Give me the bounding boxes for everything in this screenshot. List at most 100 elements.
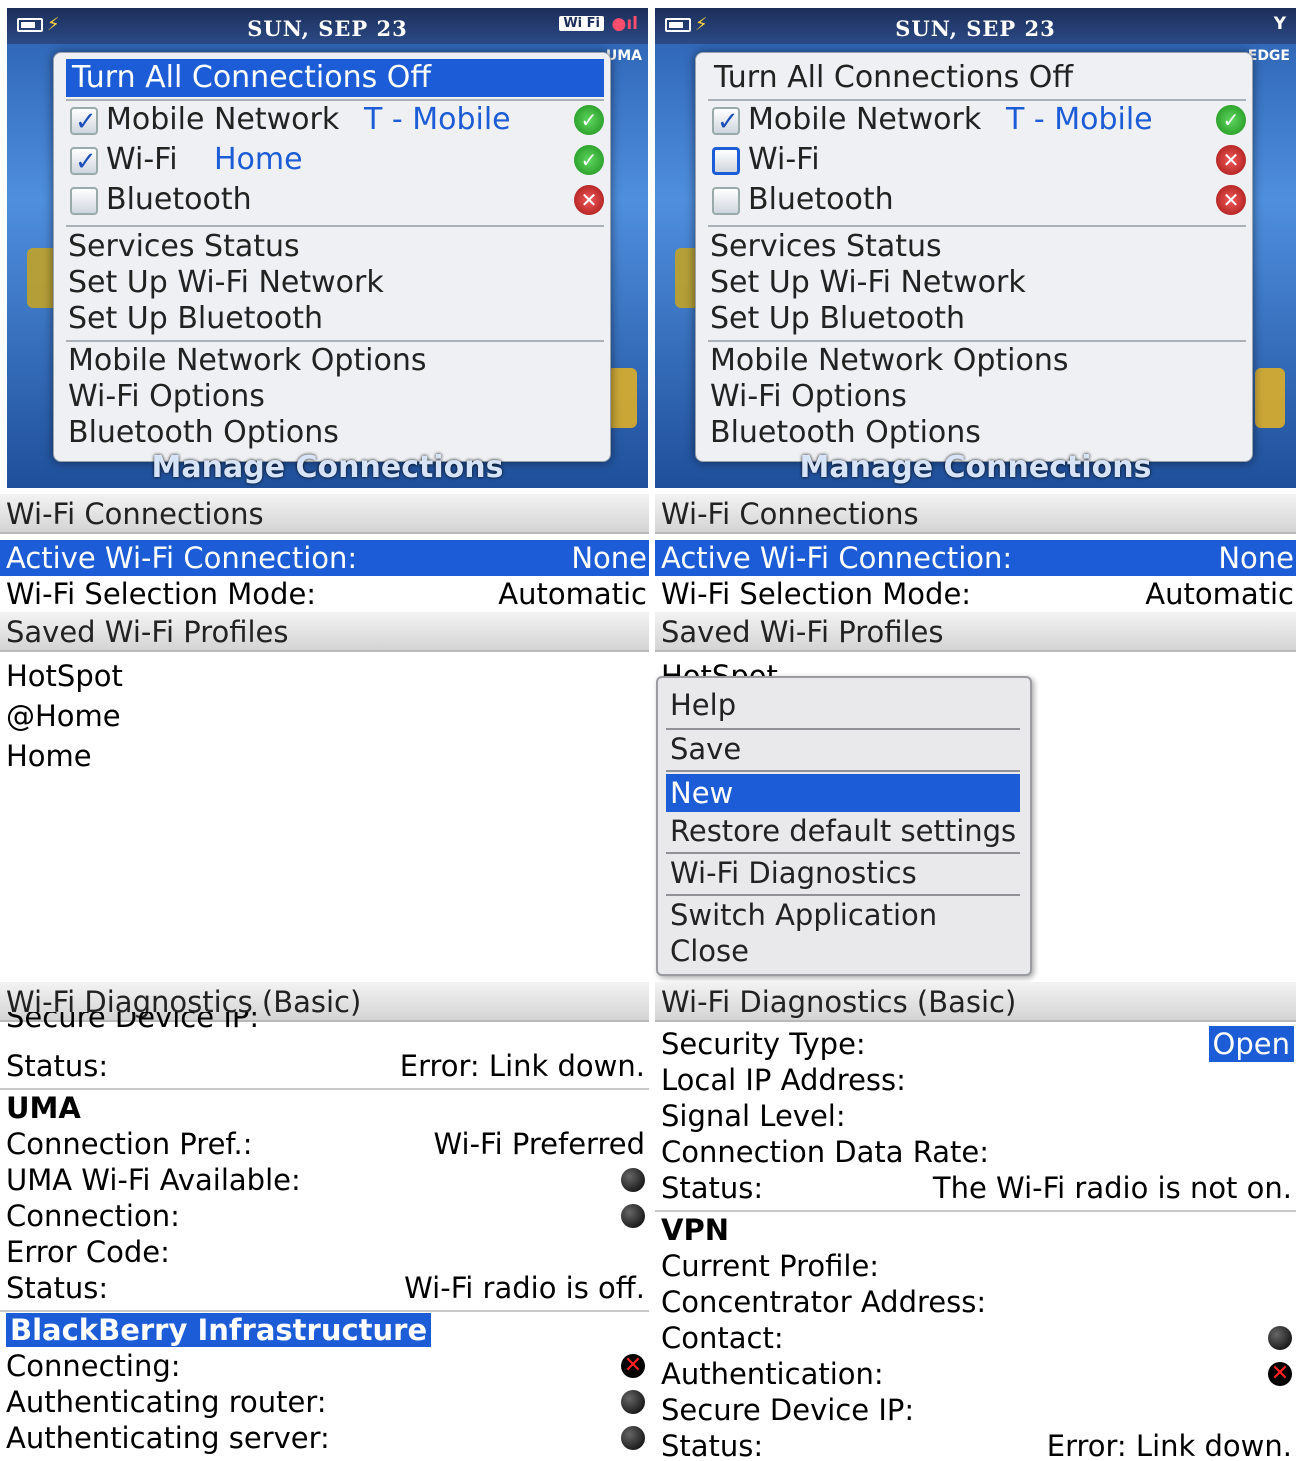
status-ok-icon: ✓: [1216, 105, 1246, 135]
connection-name: Mobile Network: [106, 102, 340, 137]
security-type-row: Security Type: Open: [655, 1026, 1296, 1062]
auth-server-label: Authenticating server:: [6, 1421, 330, 1455]
profile-item[interactable]: HotSpot: [0, 658, 649, 694]
divider: [66, 340, 604, 342]
data-rate-row: Connection Data Rate:: [655, 1134, 1296, 1170]
checkbox-bluetooth[interactable]: [712, 187, 740, 215]
secure-device-ip-label: Secure Device IP:: [6, 1012, 260, 1030]
menu-item-switch-application[interactable]: Switch Application: [666, 896, 1020, 934]
status-off-icon: ✕: [1216, 145, 1246, 175]
menu-services-status[interactable]: Services Status: [710, 229, 942, 265]
status-row: Status: Wi-Fi radio is off.: [0, 1270, 649, 1306]
checkbox-wifi[interactable]: [70, 143, 98, 181]
status-value: Error: Link down.: [399, 1049, 645, 1083]
concentrator-row: Concentrator Address:: [655, 1284, 1296, 1320]
menu-item-wifi-diagnostics[interactable]: Wi-Fi Diagnostics: [666, 854, 1020, 892]
signal-level-label: Signal Level:: [661, 1099, 846, 1133]
connection-name: Bluetooth: [748, 182, 894, 217]
connection-mobile-network[interactable]: Mobile Network T - Mobile ✓: [710, 101, 1246, 141]
authentication-row: Authentication: ✕: [655, 1356, 1296, 1392]
active-connection-label: Active Wi-Fi Connection:: [6, 541, 358, 575]
status-row: Status: Error: Link down.: [0, 1048, 649, 1084]
connection-label: Connection:: [6, 1199, 180, 1233]
menu-setup-bluetooth[interactable]: Set Up Bluetooth: [710, 301, 965, 337]
authentication-label: Authentication:: [661, 1357, 884, 1391]
status-row: Status: Error: Link down.: [655, 1428, 1296, 1461]
local-ip-label: Local IP Address:: [661, 1063, 906, 1097]
current-profile-label: Current Profile:: [661, 1249, 880, 1283]
connection-name: Mobile Network: [748, 102, 982, 137]
uma-wifi-available-label: UMA Wi-Fi Available:: [6, 1163, 301, 1197]
checkbox-mobile-network[interactable]: [70, 103, 98, 141]
connection-bluetooth[interactable]: Bluetooth ✕: [710, 181, 1246, 219]
connection-name: Bluetooth: [106, 182, 252, 217]
connection-wifi[interactable]: Wi-Fi Home ✓: [68, 141, 604, 181]
menu-mobile-network-options[interactable]: Mobile Network Options: [68, 343, 427, 379]
auth-server-row: Authenticating server:: [0, 1420, 649, 1456]
connection-mobile-network[interactable]: Mobile Network T - Mobile ✓: [68, 101, 604, 141]
status-off-icon: ✕: [1216, 185, 1246, 215]
menu-mobile-network-options[interactable]: Mobile Network Options: [710, 343, 1069, 379]
selection-mode-value[interactable]: Automatic: [498, 576, 647, 612]
menu-services-status[interactable]: Services Status: [68, 229, 300, 265]
menu-setup-wifi[interactable]: Set Up Wi-Fi Network: [710, 265, 1026, 301]
turn-all-connections-off-item[interactable]: Turn All Connections Off: [708, 59, 1246, 97]
section-title-blackberry-infrastructure[interactable]: BlackBerry Infrastructure: [0, 1312, 649, 1348]
checkbox-bluetooth[interactable]: [70, 187, 98, 215]
signal-icon: ●ıl: [611, 14, 639, 34]
checkbox-mobile-network[interactable]: [712, 103, 740, 141]
connection-pref-label: Connection Pref.:: [6, 1127, 253, 1161]
error-code-row: Error Code:: [0, 1234, 649, 1270]
app-icon-decoration: [607, 368, 637, 428]
app-icon-decoration: [1255, 368, 1285, 428]
menu-setup-bluetooth[interactable]: Set Up Bluetooth: [68, 301, 323, 337]
active-connection-value: None: [1218, 541, 1294, 575]
selection-mode-label: Wi-Fi Selection Mode:: [6, 577, 317, 611]
divider: [666, 770, 1020, 772]
active-connection-label: Active Wi-Fi Connection:: [661, 541, 1013, 575]
menu-item-help[interactable]: Help: [666, 686, 1020, 724]
menu-wifi-options[interactable]: Wi-Fi Options: [710, 379, 907, 415]
secure-device-ip-row: Secure Device IP:: [0, 1012, 649, 1030]
profile-item[interactable]: @Home: [0, 698, 649, 734]
wifi-diagnostics-screen-right: Wi-Fi Diagnostics (Basic) Security Type:…: [655, 982, 1296, 1461]
connections-popup: Turn All Connections Off Mobile Network …: [53, 52, 611, 462]
menu-item-new[interactable]: New: [666, 774, 1020, 812]
selection-mode-label: Wi-Fi Selection Mode:: [661, 577, 972, 611]
turn-all-connections-off-item[interactable]: Turn All Connections Off: [66, 59, 604, 97]
connection-bluetooth[interactable]: Bluetooth ✕: [68, 181, 604, 219]
status-dot-icon: [1268, 1326, 1292, 1350]
context-menu: Help Save New Restore default settings W…: [656, 676, 1032, 976]
menu-item-save[interactable]: Save: [666, 730, 1020, 768]
menu-item-close[interactable]: Close: [666, 932, 1020, 970]
connection-wifi[interactable]: Wi-Fi ✕: [710, 141, 1246, 179]
menu-setup-wifi[interactable]: Set Up Wi-Fi Network: [68, 265, 384, 301]
page-title: Wi-Fi Diagnostics (Basic): [655, 982, 1296, 1022]
menu-bluetooth-options[interactable]: Bluetooth Options: [710, 415, 981, 451]
connection-value: Home: [214, 142, 303, 177]
selection-mode-value[interactable]: Automatic: [1145, 576, 1294, 612]
active-wifi-connection-row[interactable]: Active Wi-Fi Connection: None: [655, 540, 1296, 576]
menu-item-restore-defaults[interactable]: Restore default settings: [666, 812, 1020, 850]
wifi-indicator-icon: Wi Fi: [559, 16, 604, 31]
page-title: Wi-Fi Connections: [0, 494, 649, 534]
connections-popup: Turn All Connections Off Mobile Network …: [695, 52, 1253, 462]
menu-wifi-options[interactable]: Wi-Fi Options: [68, 379, 265, 415]
divider: [708, 340, 1246, 342]
status-off-icon: ✕: [574, 185, 604, 215]
error-dot-icon: ✕: [621, 1354, 645, 1378]
menu-bluetooth-options[interactable]: Bluetooth Options: [68, 415, 339, 451]
connection-pref-value: Wi-Fi Preferred: [433, 1127, 645, 1161]
selection-mode-row[interactable]: Wi-Fi Selection Mode: Automatic: [0, 576, 649, 612]
active-wifi-connection-row[interactable]: Active Wi-Fi Connection: None: [0, 540, 649, 576]
divider: [708, 225, 1246, 227]
profile-item[interactable]: Home: [0, 738, 649, 774]
status-value: The Wi-Fi radio is not on.: [932, 1171, 1292, 1205]
status-row: Status: The Wi-Fi radio is not on.: [655, 1170, 1296, 1206]
status-label: Status:: [661, 1171, 764, 1205]
security-type-value[interactable]: Open: [1208, 1026, 1294, 1062]
checkbox-wifi[interactable]: [712, 147, 740, 175]
selection-mode-row[interactable]: Wi-Fi Selection Mode: Automatic: [655, 576, 1296, 612]
status-value: Wi-Fi radio is off.: [404, 1271, 645, 1305]
section-title-vpn: VPN: [661, 1213, 729, 1247]
